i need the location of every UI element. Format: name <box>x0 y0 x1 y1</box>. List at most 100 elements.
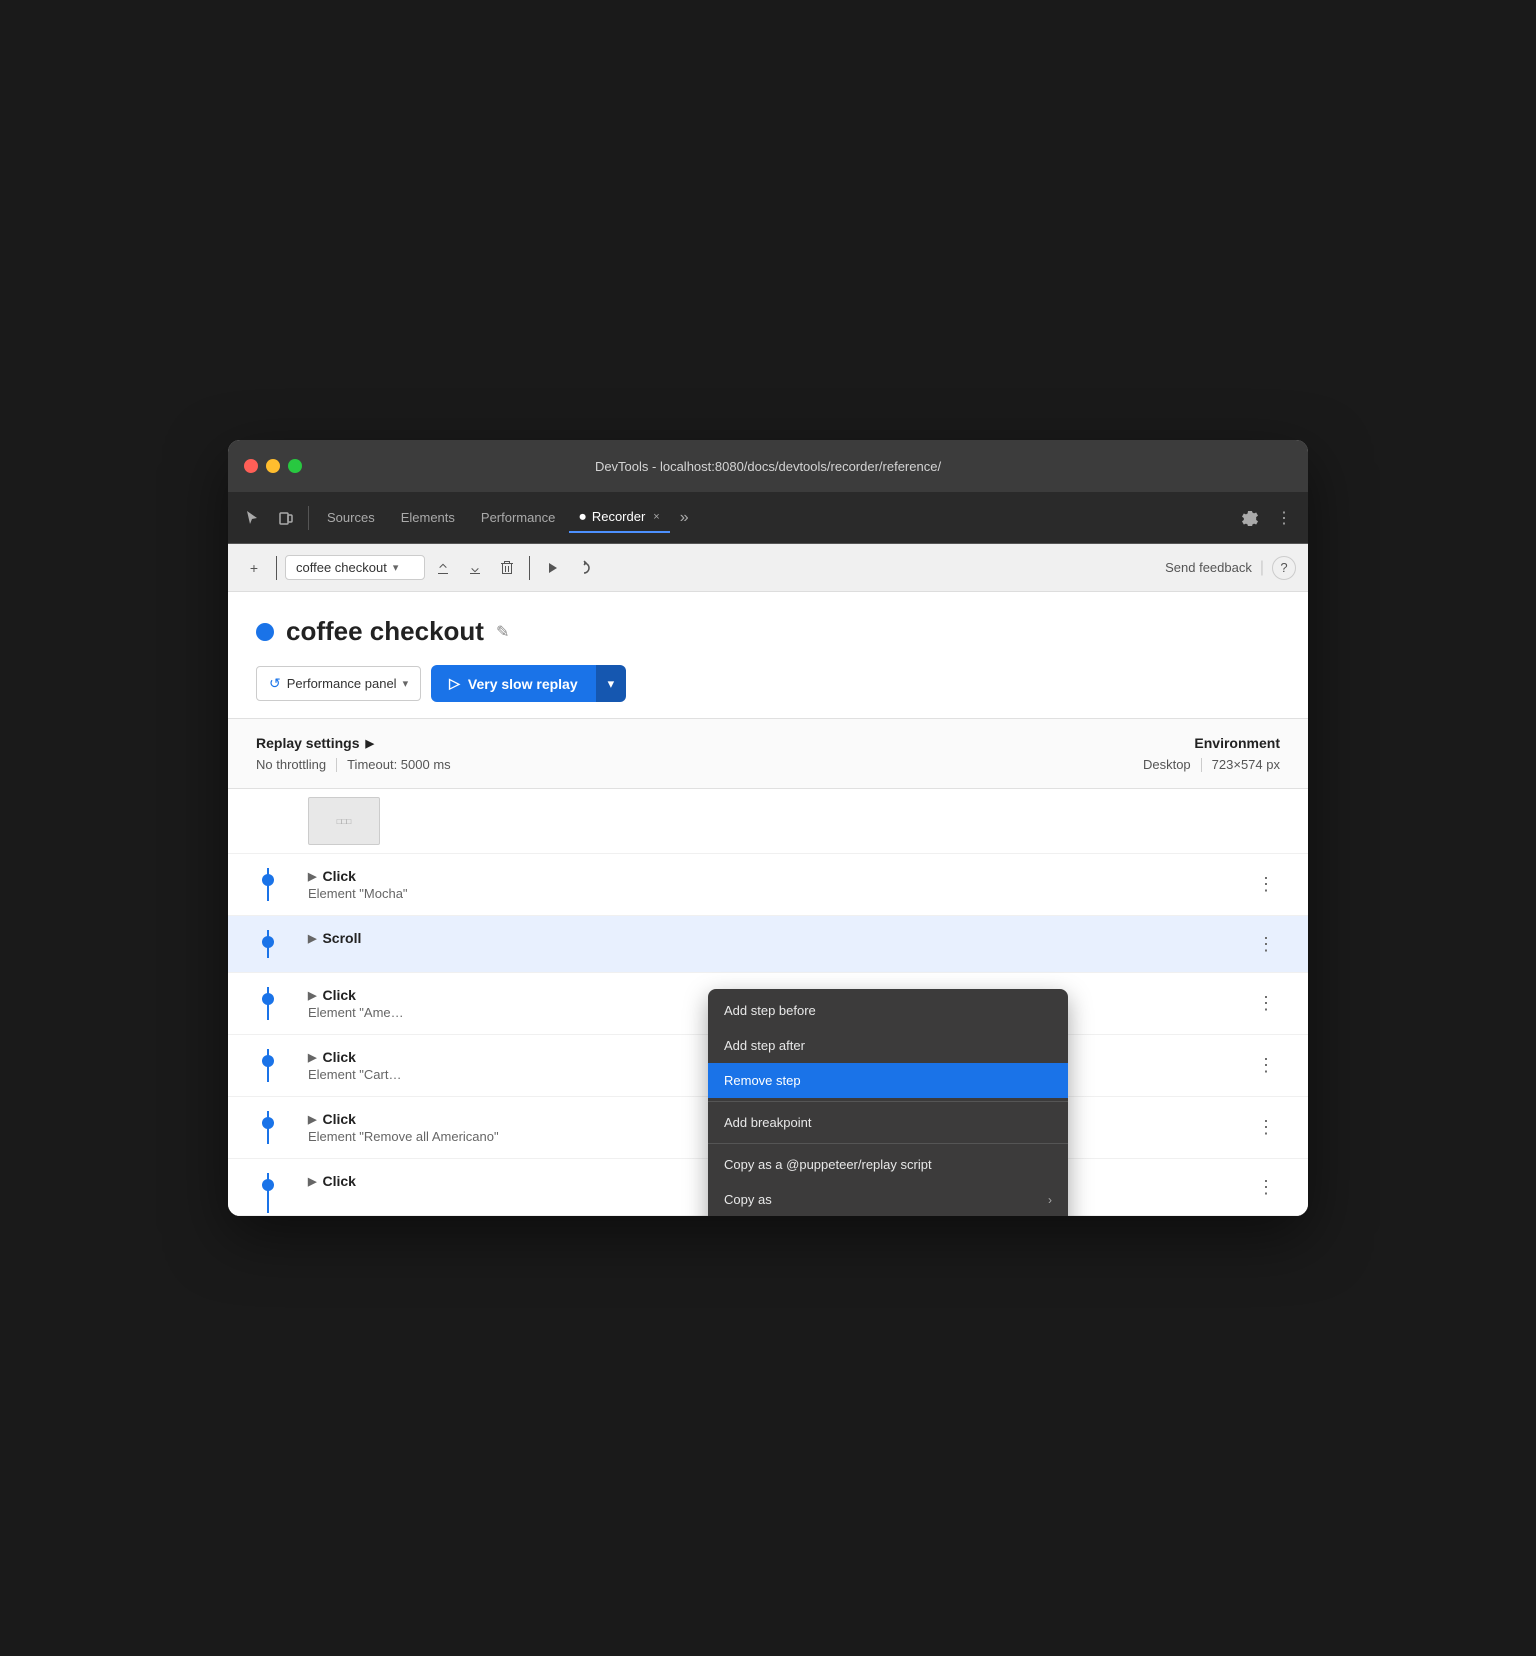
environment-title: Environment <box>1143 735 1280 751</box>
step-type: Click <box>322 868 355 884</box>
maximize-button[interactable] <box>288 459 302 473</box>
steps-list: □□□ ▶ Click Element "Mocha" ⋮ <box>228 789 1308 1216</box>
step-dot <box>262 1055 274 1067</box>
step-expand-icon: ▶ <box>308 1175 316 1188</box>
step-timeline <box>228 987 308 1020</box>
delete-button[interactable] <box>493 554 521 582</box>
step-dot <box>262 1117 274 1129</box>
step-content: ▶ Scroll <box>308 930 1244 958</box>
step-dot <box>262 993 274 1005</box>
more-tabs-button[interactable]: » <box>672 505 697 531</box>
step-row: ▶ Scroll ⋮ <box>228 916 1308 973</box>
performance-panel-button[interactable]: ↺ Performance panel ▾ <box>256 666 421 701</box>
thumbnail-row: □□□ <box>228 789 1308 854</box>
recording-selector[interactable]: coffee checkout ▾ <box>285 555 425 580</box>
toolbar-divider-2 <box>529 556 530 580</box>
perf-panel-label: Performance panel <box>287 676 397 691</box>
step-menu-button[interactable]: ⋮ <box>1252 990 1280 1018</box>
step-menu-button[interactable]: ⋮ <box>1252 1052 1280 1080</box>
recording-title-row: coffee checkout ✎ <box>256 616 1280 647</box>
step-content: ▶ Click Element "Mocha" <box>308 868 1244 901</box>
step-dot <box>262 1179 274 1191</box>
recording-selector-label: coffee checkout <box>296 560 387 575</box>
step-menu-button[interactable]: ⋮ <box>1252 930 1280 958</box>
more-options-icon[interactable]: ⋮ <box>1268 502 1300 534</box>
step-over-button[interactable] <box>570 554 598 582</box>
step-menu-button[interactable]: ⋮ <box>1252 871 1280 899</box>
close-button[interactable] <box>244 459 258 473</box>
settings-separator <box>336 758 337 772</box>
traffic-lights <box>244 459 302 473</box>
recorder-tab-label: Recorder <box>592 509 645 524</box>
tab-divider <box>308 506 309 530</box>
chevron-down-icon: ▾ <box>393 561 399 574</box>
cursor-icon[interactable] <box>236 502 268 534</box>
replay-button[interactable] <box>538 554 566 582</box>
replay-settings-section: Replay settings ▶ No throttling Timeout:… <box>228 719 1308 789</box>
recording-header-section: coffee checkout ✎ ↺ Performance panel ▾ … <box>228 592 1308 719</box>
recorder-toolbar: + coffee checkout ▾ <box>228 544 1308 592</box>
export-button[interactable] <box>429 554 457 582</box>
settings-details: No throttling Timeout: 5000 ms <box>256 757 451 772</box>
send-feedback-button[interactable]: Send feedback <box>1165 560 1252 575</box>
titlebar: DevTools - localhost:8080/docs/devtools/… <box>228 440 1308 492</box>
step-dot <box>262 874 274 886</box>
perf-panel-chevron: ▾ <box>403 677 409 690</box>
submenu-arrow-icon: › <box>1048 1193 1052 1207</box>
step-title[interactable]: ▶ Click <box>308 868 1244 884</box>
window-title: DevTools - localhost:8080/docs/devtools/… <box>595 459 941 474</box>
toolbar-divider-1 <box>276 556 277 580</box>
settings-right: Environment Desktop 723×574 px <box>1143 735 1280 772</box>
step-menu-button[interactable]: ⋮ <box>1252 1114 1280 1142</box>
devtools-window: DevTools - localhost:8080/docs/devtools/… <box>228 440 1308 1216</box>
step-title[interactable]: ▶ Scroll <box>308 930 1244 946</box>
context-add-breakpoint[interactable]: Add breakpoint <box>708 1105 1068 1140</box>
step-type: Click <box>322 1111 355 1127</box>
context-menu-divider <box>708 1101 1068 1102</box>
context-add-step-before[interactable]: Add step before <box>708 993 1068 1028</box>
new-recording-button[interactable]: + <box>240 554 268 582</box>
tab-elements[interactable]: Elements <box>389 504 467 531</box>
recorder-tab-close[interactable]: × <box>653 511 659 523</box>
tab-recorder[interactable]: ⏺ Recorder × <box>569 503 669 533</box>
device-icon[interactable] <box>270 502 302 534</box>
settings-icon[interactable] <box>1234 502 1266 534</box>
settings-expand-icon: ▶ <box>365 737 373 750</box>
step-expand-icon: ▶ <box>308 1051 316 1064</box>
step-thumbnail: □□□ <box>308 797 380 845</box>
import-button[interactable] <box>461 554 489 582</box>
tab-performance[interactable]: Performance <box>469 504 567 531</box>
context-add-step-after[interactable]: Add step after <box>708 1028 1068 1063</box>
replay-label: Very slow replay <box>468 676 578 692</box>
replay-dropdown-button[interactable]: ▾ <box>596 665 627 702</box>
desktop-label: Desktop <box>1143 757 1191 772</box>
tab-sources[interactable]: Sources <box>315 504 387 531</box>
step-expand-icon: ▶ <box>308 989 316 1002</box>
replay-settings-title[interactable]: Replay settings ▶ <box>256 735 451 751</box>
settings-left: Replay settings ▶ No throttling Timeout:… <box>256 735 451 772</box>
resolution-value: 723×574 px <box>1212 757 1280 772</box>
pipe-separator: | <box>1260 559 1264 577</box>
context-remove-step[interactable]: Remove step <box>708 1063 1068 1098</box>
minimize-button[interactable] <box>266 459 280 473</box>
context-copy-as[interactable]: Copy as › <box>708 1182 1068 1216</box>
step-type: Click <box>322 1173 355 1189</box>
step-dot <box>262 936 274 948</box>
step-timeline <box>228 868 308 901</box>
step-type: Scroll <box>322 930 361 946</box>
context-copy-puppeteer[interactable]: Copy as a @puppeteer/replay script <box>708 1147 1068 1182</box>
edit-icon[interactable]: ✎ <box>496 622 509 642</box>
step-timeline <box>228 1111 308 1144</box>
step-timeline <box>228 1173 308 1201</box>
step-menu-button[interactable]: ⋮ <box>1252 1173 1280 1201</box>
step-timeline <box>228 930 308 958</box>
recording-indicator <box>256 623 274 641</box>
context-menu: Add step before Add step after Remove st… <box>708 989 1068 1216</box>
step-timeline <box>228 1049 308 1082</box>
throttling-value: No throttling <box>256 757 326 772</box>
step-subtitle: Element "Mocha" <box>308 886 1244 901</box>
performance-icon: ↺ <box>269 675 281 692</box>
environment-details: Desktop 723×574 px <box>1143 757 1280 772</box>
very-slow-replay-button[interactable]: ▷ Very slow replay <box>431 665 596 702</box>
help-button[interactable]: ? <box>1272 556 1296 580</box>
